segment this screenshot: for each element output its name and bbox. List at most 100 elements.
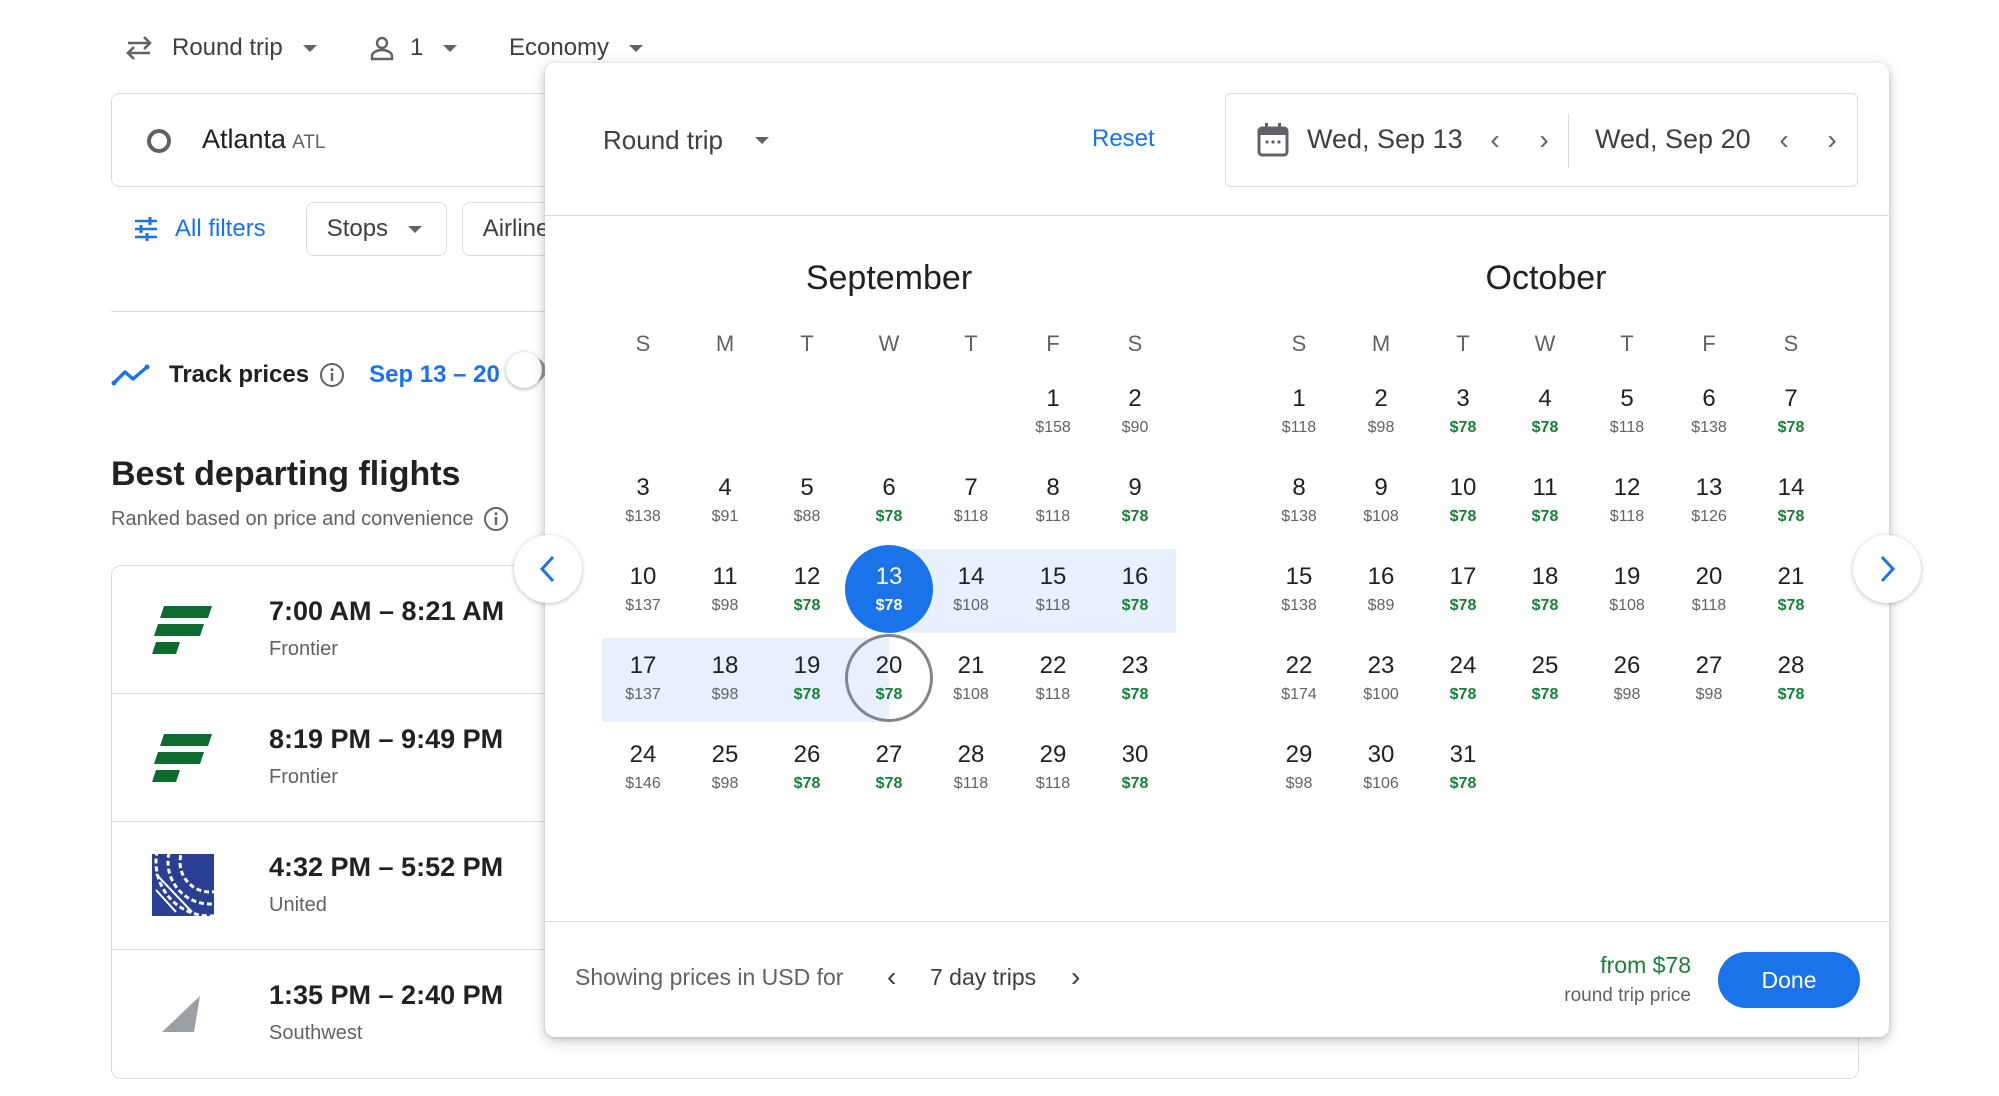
chevron-left-icon: ‹ — [1779, 124, 1789, 155]
day-number: 16 — [1367, 563, 1395, 590]
info-icon[interactable] — [483, 506, 509, 532]
calendar-day[interactable]: 2 $90 — [1094, 371, 1176, 455]
calendar-day[interactable]: 15 $118 — [1012, 549, 1094, 633]
calendar-day[interactable]: 6 $138 — [1668, 371, 1750, 455]
calendar-day[interactable]: 1 $118 — [1258, 371, 1340, 455]
calendar-day[interactable]: 25 $78 — [1504, 638, 1586, 722]
stops-filter-chip[interactable]: Stops — [305, 202, 447, 256]
calendar-day[interactable]: 19 $78 — [766, 638, 848, 722]
calendar-day[interactable]: 10 $137 — [602, 549, 684, 633]
calendar-day[interactable]: 15 $138 — [1258, 549, 1340, 633]
calendar-day[interactable]: 21 $78 — [1750, 549, 1832, 633]
passengers-select[interactable]: 1 — [368, 28, 458, 68]
day-price: $108 — [953, 686, 989, 703]
day-number: 17 — [629, 652, 657, 679]
departure-date-input[interactable]: Wed, Sep 13 — [1307, 124, 1463, 155]
calendar-day[interactable]: 4 $78 — [1504, 371, 1586, 455]
day-number: 17 — [1449, 563, 1477, 590]
return-prev-day-button[interactable]: ‹ — [1770, 124, 1798, 156]
departure-next-day-button[interactable]: › — [1530, 124, 1558, 156]
track-prices-toggle[interactable] — [506, 352, 542, 388]
calendar-day[interactable]: 13 $126 — [1668, 460, 1750, 544]
day-price: $108 — [1609, 597, 1645, 614]
calendar-day[interactable]: 22 $118 — [1012, 638, 1094, 722]
day-number: 31 — [1449, 741, 1477, 768]
return-next-day-button[interactable]: › — [1818, 124, 1846, 156]
popup-trip-type-select[interactable]: Round trip — [603, 125, 769, 156]
calendar-day[interactable]: 3 $138 — [602, 460, 684, 544]
calendar-day[interactable]: 12 $78 — [766, 549, 848, 633]
calendar-day[interactable]: 9 $78 — [1094, 460, 1176, 544]
previous-month-button[interactable] — [514, 535, 582, 603]
trip-length-decrease-button[interactable]: ‹ — [887, 961, 896, 993]
trip-length-increase-button[interactable]: › — [1071, 961, 1080, 993]
calendar-day[interactable]: 25 $98 — [684, 727, 766, 811]
cabin-class-select[interactable]: Economy — [509, 28, 644, 68]
calendar-day[interactable]: 8 $118 — [1012, 460, 1094, 544]
calendar-day[interactable]: 3 $78 — [1422, 371, 1504, 455]
calendar-day[interactable]: 18 $98 — [684, 638, 766, 722]
calendar-day[interactable]: 20 $118 — [1668, 549, 1750, 633]
return-date-input[interactable]: Wed, Sep 20 — [1595, 124, 1751, 155]
calendar-day[interactable]: 27 $98 — [1668, 638, 1750, 722]
calendar-day[interactable]: 7 $118 — [930, 460, 1012, 544]
calendar-day[interactable]: 12 $118 — [1586, 460, 1668, 544]
calendar-day[interactable]: 16 $89 — [1340, 549, 1422, 633]
trip-type-select[interactable]: Round trip — [124, 28, 317, 68]
calendar-day[interactable]: 28 $78 — [1750, 638, 1832, 722]
day-price: $78 — [1121, 597, 1149, 614]
calendar-day[interactable]: 11 $78 — [1504, 460, 1586, 544]
calendar-day[interactable]: 30 $78 — [1094, 727, 1176, 811]
calendar-day[interactable]: 24 $146 — [602, 727, 684, 811]
calendar-day[interactable]: 30 $106 — [1340, 727, 1422, 811]
calendar-day[interactable]: 28 $118 — [930, 727, 1012, 811]
day-number: 1 — [1292, 385, 1306, 412]
flight-airline: United — [269, 894, 327, 916]
all-filters-button[interactable]: All filters — [133, 215, 266, 243]
day-number: 27 — [1695, 652, 1723, 679]
calendar-day[interactable]: 18 $78 — [1504, 549, 1586, 633]
calendar-day[interactable]: 27 $78 — [848, 727, 930, 811]
departure-prev-day-button[interactable]: ‹ — [1481, 124, 1509, 156]
calendar-day[interactable]: 1 $158 — [1012, 371, 1094, 455]
day-price: $118 — [953, 775, 989, 792]
calendar-day[interactable]: 2 $98 — [1340, 371, 1422, 455]
calendar-day[interactable]: 10 $78 — [1422, 460, 1504, 544]
calendar-day[interactable]: 14 $108 — [930, 549, 1012, 633]
calendar-day[interactable]: 23 $78 — [1094, 638, 1176, 722]
origin-circle-icon — [147, 129, 171, 153]
calendar-day[interactable]: 5 $88 — [766, 460, 848, 544]
calendar-day[interactable]: 20 $78 — [845, 634, 933, 722]
calendar-day[interactable]: 17 $137 — [602, 638, 684, 722]
day-number: 25 — [711, 741, 739, 768]
calendar-day[interactable]: 19 $108 — [1586, 549, 1668, 633]
calendar-day[interactable]: 13 $78 — [845, 545, 933, 633]
day-price: $174 — [1281, 686, 1317, 703]
calendar-day[interactable]: 17 $78 — [1422, 549, 1504, 633]
info-icon[interactable] — [319, 362, 345, 388]
calendar-day[interactable]: 22 $174 — [1258, 638, 1340, 722]
done-button[interactable]: Done — [1718, 952, 1860, 1008]
calendar-day[interactable]: 21 $108 — [930, 638, 1012, 722]
origin-value: Atlanta ATL — [202, 124, 326, 155]
calendar-day[interactable]: 14 $78 — [1750, 460, 1832, 544]
calendar-day[interactable]: 29 $98 — [1258, 727, 1340, 811]
day-price: $78 — [875, 597, 903, 614]
calendar-day[interactable]: 9 $108 — [1340, 460, 1422, 544]
calendar-day[interactable]: 16 $78 — [1094, 549, 1176, 633]
calendar-day[interactable]: 29 $118 — [1012, 727, 1094, 811]
calendar-day[interactable]: 26 $98 — [1586, 638, 1668, 722]
calendar-day[interactable]: 23 $100 — [1340, 638, 1422, 722]
calendar-day[interactable]: 31 $78 — [1422, 727, 1504, 811]
calendar-day[interactable]: 7 $78 — [1750, 371, 1832, 455]
calendar-day[interactable]: 5 $118 — [1586, 371, 1668, 455]
next-month-button[interactable] — [1853, 535, 1921, 603]
calendar-day[interactable]: 6 $78 — [848, 460, 930, 544]
reset-button[interactable]: Reset — [1092, 125, 1155, 153]
day-number: 1 — [1046, 385, 1060, 412]
calendar-day[interactable]: 26 $78 — [766, 727, 848, 811]
calendar-day[interactable]: 8 $138 — [1258, 460, 1340, 544]
calendar-day[interactable]: 4 $91 — [684, 460, 766, 544]
calendar-day[interactable]: 24 $78 — [1422, 638, 1504, 722]
calendar-day[interactable]: 11 $98 — [684, 549, 766, 633]
